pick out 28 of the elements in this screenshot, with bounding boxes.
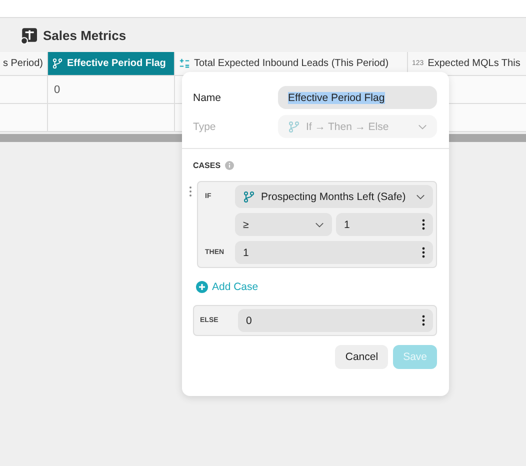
field-dropdown[interactable]: Prospecting Months Left (Safe) bbox=[235, 185, 433, 208]
plus-icon bbox=[196, 281, 208, 293]
more-icon[interactable] bbox=[422, 247, 425, 258]
operator-dropdown[interactable]: ≥ bbox=[235, 213, 332, 236]
column-header[interactable]: Effective Period Flag bbox=[48, 52, 175, 75]
field-label: Name bbox=[193, 92, 222, 104]
branch-icon bbox=[288, 120, 300, 132]
chevron-down-icon bbox=[315, 222, 324, 228]
sheet-title: Sales Metrics bbox=[43, 28, 126, 42]
else-value-field[interactable]: 0 bbox=[238, 309, 433, 332]
more-icon[interactable] bbox=[422, 315, 425, 326]
branch-icon bbox=[52, 58, 63, 69]
name-field[interactable]: Effective Period Flag bbox=[278, 86, 437, 109]
branch-icon bbox=[243, 190, 255, 202]
section-label: CASES bbox=[193, 161, 221, 170]
field-label: Type bbox=[193, 120, 217, 132]
value-field[interactable]: 1 bbox=[336, 213, 433, 236]
more-icon[interactable] bbox=[422, 219, 425, 230]
chevron-down-icon bbox=[416, 194, 425, 200]
column-header[interactable]: s Period) bbox=[0, 52, 48, 75]
table-icon bbox=[20, 26, 37, 44]
info-icon bbox=[224, 161, 234, 170]
table-cell: 0 bbox=[48, 76, 175, 103]
formula-icon bbox=[179, 58, 190, 69]
drag-handle-icon[interactable] bbox=[189, 186, 192, 197]
then-value-field[interactable]: 1 bbox=[235, 241, 433, 264]
cancel-button[interactable]: Cancel bbox=[335, 345, 388, 369]
chevron-down-icon bbox=[418, 124, 427, 130]
